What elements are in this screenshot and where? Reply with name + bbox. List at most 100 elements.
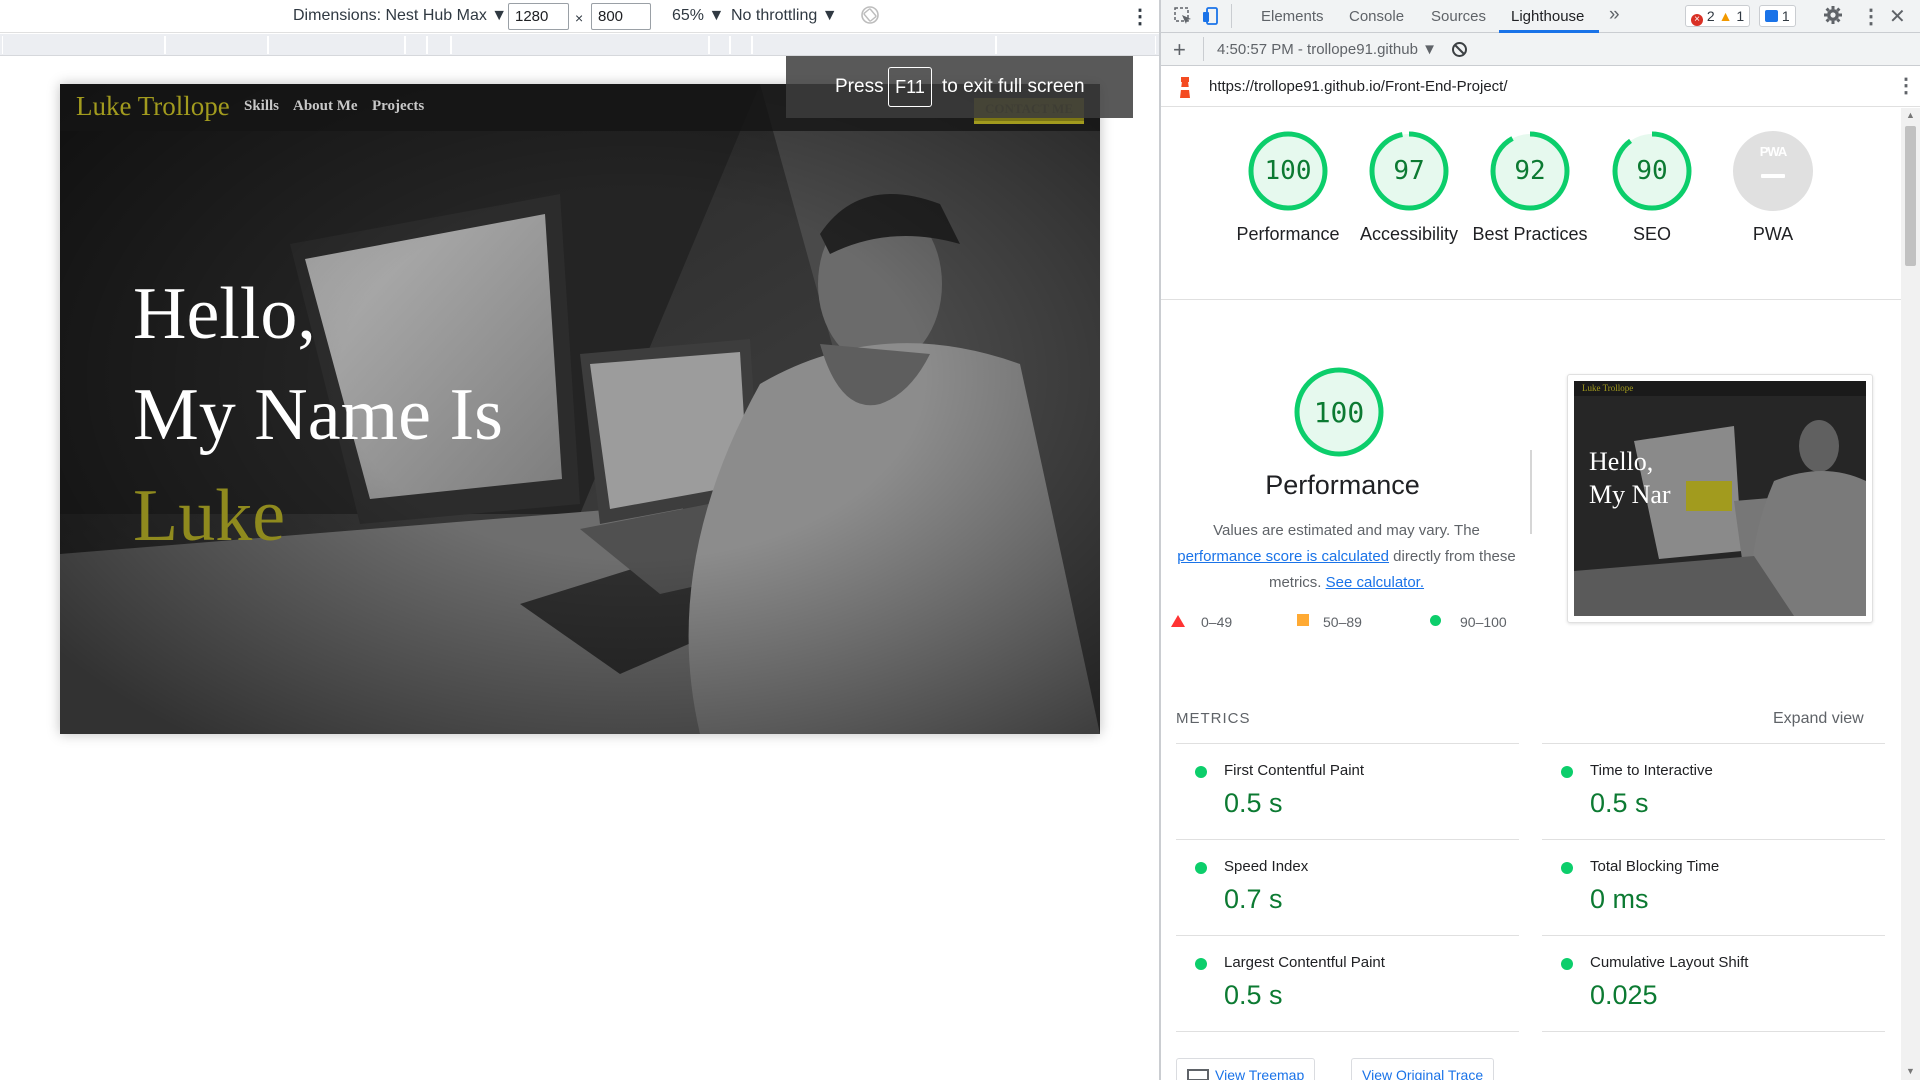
f11-key: F11 (888, 67, 932, 107)
media-query-segment[interactable] (427, 36, 451, 54)
gauge-label-best-practices: Best Practices (1472, 224, 1588, 244)
thumbnail-hero-text: Hello, My Nar (1589, 445, 1671, 511)
new-report-icon[interactable]: + (1173, 37, 1186, 63)
report-scrollbar[interactable]: ▲ ▼ (1901, 108, 1920, 1080)
media-query-segment[interactable] (752, 36, 996, 54)
zoom-label: 65% (672, 7, 705, 24)
nav-link-skills[interactable]: Skills (244, 98, 279, 115)
nav-link-projects[interactable]: Projects (372, 98, 424, 115)
toolbar-divider (1203, 37, 1204, 61)
legend-fail-range: 0–49 (1201, 614, 1233, 630)
tab-sources[interactable]: Sources (1431, 8, 1486, 25)
metric-name: Largest Contentful Paint (1224, 954, 1385, 971)
lighthouse-report: 100 Performance 97 Accessibility 92 Best… (1161, 108, 1901, 1080)
hero-line-hello: Hello, (133, 273, 316, 355)
legend-average-range: 50–89 (1323, 614, 1362, 630)
warning-icon: ▲ (1718, 8, 1733, 24)
device-height-input[interactable]: 800 (591, 3, 651, 30)
device-width-input[interactable]: 1280 (508, 3, 569, 30)
gauge-seo[interactable]: 90 (1611, 130, 1693, 212)
more-tabs-icon[interactable]: » (1609, 4, 1620, 26)
view-treemap-button[interactable]: View Treemap (1176, 1058, 1316, 1080)
device-toolbar: Dimensions: Nest Hub Max ▼ 1280 × 800 65… (0, 0, 1159, 33)
gauge-pwa[interactable]: PWA (1732, 130, 1814, 212)
media-query-segment[interactable] (730, 36, 752, 54)
media-query-segment[interactable] (451, 36, 709, 54)
lighthouse-toolbar: + 4:50:57 PM - trollope91.github ▼ (1161, 33, 1920, 66)
report-time-label: 4:50:57 PM - trollope91.github (1217, 41, 1418, 58)
metric-value: 0.5 s (1224, 788, 1283, 818)
media-query-segment[interactable] (2, 36, 165, 54)
device-dimensions-dropdown[interactable]: Dimensions: Nest Hub Max ▼ (293, 7, 507, 25)
final-screenshot[interactable]: Luke Trollope Hello, My Nar (1567, 374, 1873, 623)
media-query-segment[interactable] (996, 36, 1156, 54)
tab-divider (1231, 4, 1232, 28)
devtools-menu-icon[interactable]: ⋮ (1861, 4, 1881, 29)
report-url[interactable]: https://trollope91.github.io/Front-End-P… (1209, 78, 1508, 95)
warning-count: 1 (1736, 8, 1745, 24)
tab-lighthouse[interactable]: Lighthouse (1511, 8, 1584, 25)
view-original-trace-button[interactable]: View Original Trace (1351, 1058, 1495, 1080)
hero-line-name: Luke (133, 475, 286, 557)
issues-counter[interactable]: × 2 ▲ 1 (1685, 5, 1751, 27)
clear-reports-icon[interactable] (1451, 41, 1468, 62)
metrics-title: METRICS (1176, 710, 1251, 727)
inspect-element-icon[interactable] (1173, 6, 1193, 30)
device-toggle-icon[interactable] (1201, 6, 1221, 30)
score-calculated-link[interactable]: performance score is calculated (1177, 548, 1389, 565)
gauge-accessibility[interactable]: 97 (1368, 130, 1450, 212)
device-more-menu-icon[interactable]: ⋮ (1130, 4, 1150, 29)
gauge-label-performance: Performance (1236, 224, 1340, 244)
close-devtools-icon[interactable]: ✕ (1889, 4, 1906, 29)
tab-elements[interactable]: Elements (1261, 8, 1324, 25)
metric-name: Total Blocking Time (1590, 858, 1720, 875)
media-query-ruler[interactable] (0, 34, 1159, 56)
nav-link-about-me[interactable]: About Me (293, 98, 358, 115)
messages-counter[interactable]: 1 (1759, 5, 1796, 27)
media-query-segment[interactable] (709, 36, 730, 54)
report-menu-icon[interactable]: ⋮ (1896, 73, 1916, 98)
emulated-page-viewport: Luke Trollope Skills About Me Projects C… (60, 84, 1100, 734)
rotate-icon[interactable] (860, 5, 880, 30)
zoom-dropdown[interactable]: 65% ▼ (672, 7, 724, 25)
summary-divider (1161, 299, 1901, 300)
scroll-up-icon[interactable]: ▲ (1906, 110, 1915, 120)
pass-indicator-icon (1195, 862, 1207, 874)
lighthouse-icon (1177, 77, 1193, 103)
report-scrollbar-thumb[interactable] (1905, 126, 1916, 266)
metric-name: Speed Index (1224, 858, 1309, 875)
media-query-segment[interactable] (165, 36, 268, 54)
metric-name: First Contentful Paint (1224, 762, 1365, 779)
pass-indicator-icon (1195, 766, 1207, 778)
metrics-bottom-divider (1176, 1031, 1519, 1032)
gauge-score: 92 (1514, 156, 1546, 186)
dimension-times-sign: × (575, 10, 584, 26)
tab-console[interactable]: Console (1349, 8, 1404, 25)
gauge-best-practices[interactable]: 92 (1489, 130, 1571, 212)
gauge-performance[interactable]: 100 (1247, 130, 1329, 212)
legend-average-icon (1297, 614, 1309, 626)
legend-fail-icon (1171, 614, 1185, 630)
pass-indicator-icon (1561, 766, 1573, 778)
gauge-label-accessibility: Accessibility (1359, 224, 1459, 244)
media-query-segment[interactable] (405, 36, 427, 54)
metrics-bottom-divider (1542, 1031, 1885, 1032)
media-query-segment[interactable] (268, 36, 405, 54)
settings-gear-icon[interactable] (1823, 5, 1843, 29)
device-emulation-pane: Dimensions: Nest Hub Max ▼ 1280 × 800 65… (0, 0, 1159, 1080)
see-calculator-link[interactable]: See calculator. (1326, 574, 1424, 591)
report-selector[interactable]: 4:50:57 PM - trollope91.github ▼ (1217, 41, 1437, 58)
metric-value: 0.5 s (1224, 980, 1283, 1010)
throttling-dropdown[interactable]: No throttling ▼ (731, 7, 838, 25)
message-icon (1765, 10, 1778, 22)
gauge-score: 90 (1636, 156, 1668, 186)
expand-view-toggle[interactable]: Expand view (1773, 710, 1864, 728)
metric-first-contentful-paint: First Contentful Paint 0.5 s (1176, 743, 1519, 839)
performance-title: Performance (1265, 470, 1420, 500)
pass-indicator-icon (1561, 862, 1573, 874)
site-logo[interactable]: Luke Trollope (76, 91, 230, 122)
scroll-down-icon[interactable]: ▼ (1906, 1066, 1915, 1076)
device-dimensions-label: Dimensions: Nest Hub Max (293, 7, 487, 24)
thumbnail-line-hello: Hello, (1589, 447, 1654, 476)
metric-speed-index: Speed Index 0.7 s (1176, 839, 1519, 935)
